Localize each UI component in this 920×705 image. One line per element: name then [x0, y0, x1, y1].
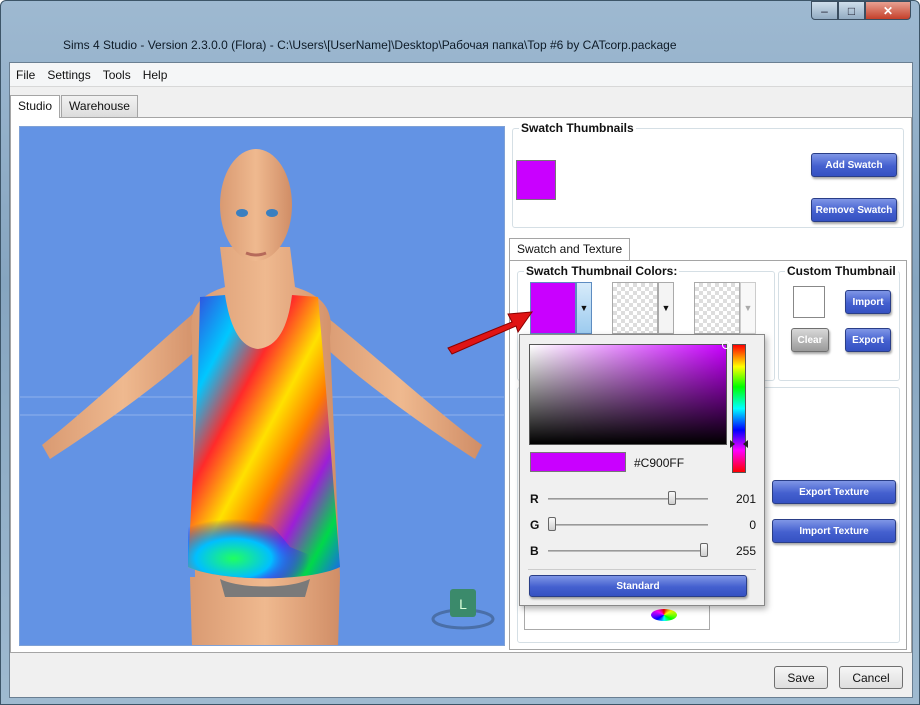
swatch-thumbnails-title: Swatch Thumbnails — [519, 121, 636, 135]
standard-colors-button[interactable]: Standard — [529, 575, 747, 597]
color-dropdown-2[interactable]: ▼ — [658, 282, 674, 334]
saturation-value-picker[interactable] — [529, 341, 730, 445]
export-thumbnail-button[interactable]: Export — [845, 328, 891, 352]
window-title: Sims 4 Studio - Version 2.3.0.0 (Flora) … — [63, 38, 677, 52]
tab-studio[interactable]: Studio — [10, 95, 61, 118]
color-picker-popup: #C900FF R 201 G 0 B 255 Standard — [519, 334, 765, 606]
cancel-button[interactable]: Cancel — [839, 666, 903, 689]
sv-cursor[interactable] — [722, 341, 730, 349]
import-texture-button[interactable]: Import Texture — [772, 519, 896, 543]
maximize-button[interactable]: □ — [838, 1, 865, 20]
thumbnail-colors-title: Swatch Thumbnail Colors: — [524, 264, 680, 278]
tab-swatch-texture[interactable]: Swatch and Texture — [509, 238, 631, 260]
lod-badge[interactable]: L — [459, 596, 467, 612]
picker-divider — [528, 569, 756, 570]
title-bar: Sims 4 Studio - Version 2.3.0.0 (Flora) … — [1, 1, 919, 61]
export-texture-button[interactable]: Export Texture — [772, 480, 896, 504]
r-slider-thumb[interactable] — [667, 491, 676, 505]
clear-thumbnail-button[interactable]: Clear — [791, 328, 829, 352]
menu-file[interactable]: File — [10, 68, 41, 82]
g-slider-track[interactable] — [548, 524, 708, 526]
close-button[interactable]: ✕ — [865, 1, 911, 20]
hue-slider[interactable] — [732, 344, 746, 473]
g-slider-row: G 0 — [528, 516, 760, 534]
studio-panel: L Swatch Thumbnails Add Swatch Remove Sw… — [10, 117, 912, 653]
b-slider-row: B 255 — [528, 542, 760, 560]
import-thumbnail-button[interactable]: Import — [845, 290, 891, 314]
b-slider-thumb[interactable] — [700, 543, 708, 557]
hue-marker[interactable] — [730, 440, 748, 448]
swatch-thumbnail[interactable] — [516, 160, 556, 200]
b-label: B — [530, 544, 539, 558]
g-value: 0 — [749, 518, 756, 532]
model-viewport[interactable]: L — [19, 126, 505, 646]
r-slider-row: R 201 — [528, 490, 760, 508]
r-label: R — [530, 492, 539, 506]
menu-bar: File Settings Tools Help — [10, 63, 912, 87]
sim-model-preview: L — [20, 149, 504, 645]
client-area: File Settings Tools Help Studio Warehous… — [9, 62, 913, 698]
custom-thumbnail-group: Custom Thumbnail Import Clear Export — [778, 264, 900, 381]
b-slider-track[interactable] — [548, 550, 708, 552]
annotation-arrow — [447, 311, 534, 355]
custom-thumbnail-title: Custom Thumbnail — [785, 264, 898, 278]
remove-swatch-button[interactable]: Remove Swatch — [811, 198, 897, 222]
g-slider-thumb[interactable] — [548, 517, 556, 531]
add-swatch-button[interactable]: Add Swatch — [811, 153, 897, 177]
menu-settings[interactable]: Settings — [41, 68, 96, 82]
save-button[interactable]: Save — [774, 666, 828, 689]
color-swatch-2[interactable] — [612, 282, 658, 334]
tab-warehouse[interactable]: Warehouse — [61, 95, 138, 117]
minimize-button[interactable]: – — [811, 1, 838, 20]
color-dropdown-1[interactable]: ▼ — [576, 282, 592, 334]
menu-help[interactable]: Help — [137, 68, 174, 82]
r-slider-track[interactable] — [548, 498, 708, 500]
main-tabs: Studio Warehouse — [10, 95, 139, 118]
custom-thumbnail-preview[interactable] — [793, 286, 825, 318]
g-label: G — [530, 518, 540, 532]
texture-thumbnail-icon — [651, 609, 677, 621]
menu-tools[interactable]: Tools — [97, 68, 137, 82]
hex-value[interactable]: #C900FF — [634, 456, 684, 470]
color-dropdown-3[interactable]: ▼ — [740, 282, 756, 334]
b-value: 255 — [735, 544, 756, 558]
selected-color-bar — [530, 452, 626, 472]
color-swatch-3[interactable] — [694, 282, 740, 334]
r-value: 201 — [735, 492, 756, 506]
swatch-thumbnails-group: Swatch Thumbnails Add Swatch Remove Swat… — [512, 121, 904, 228]
